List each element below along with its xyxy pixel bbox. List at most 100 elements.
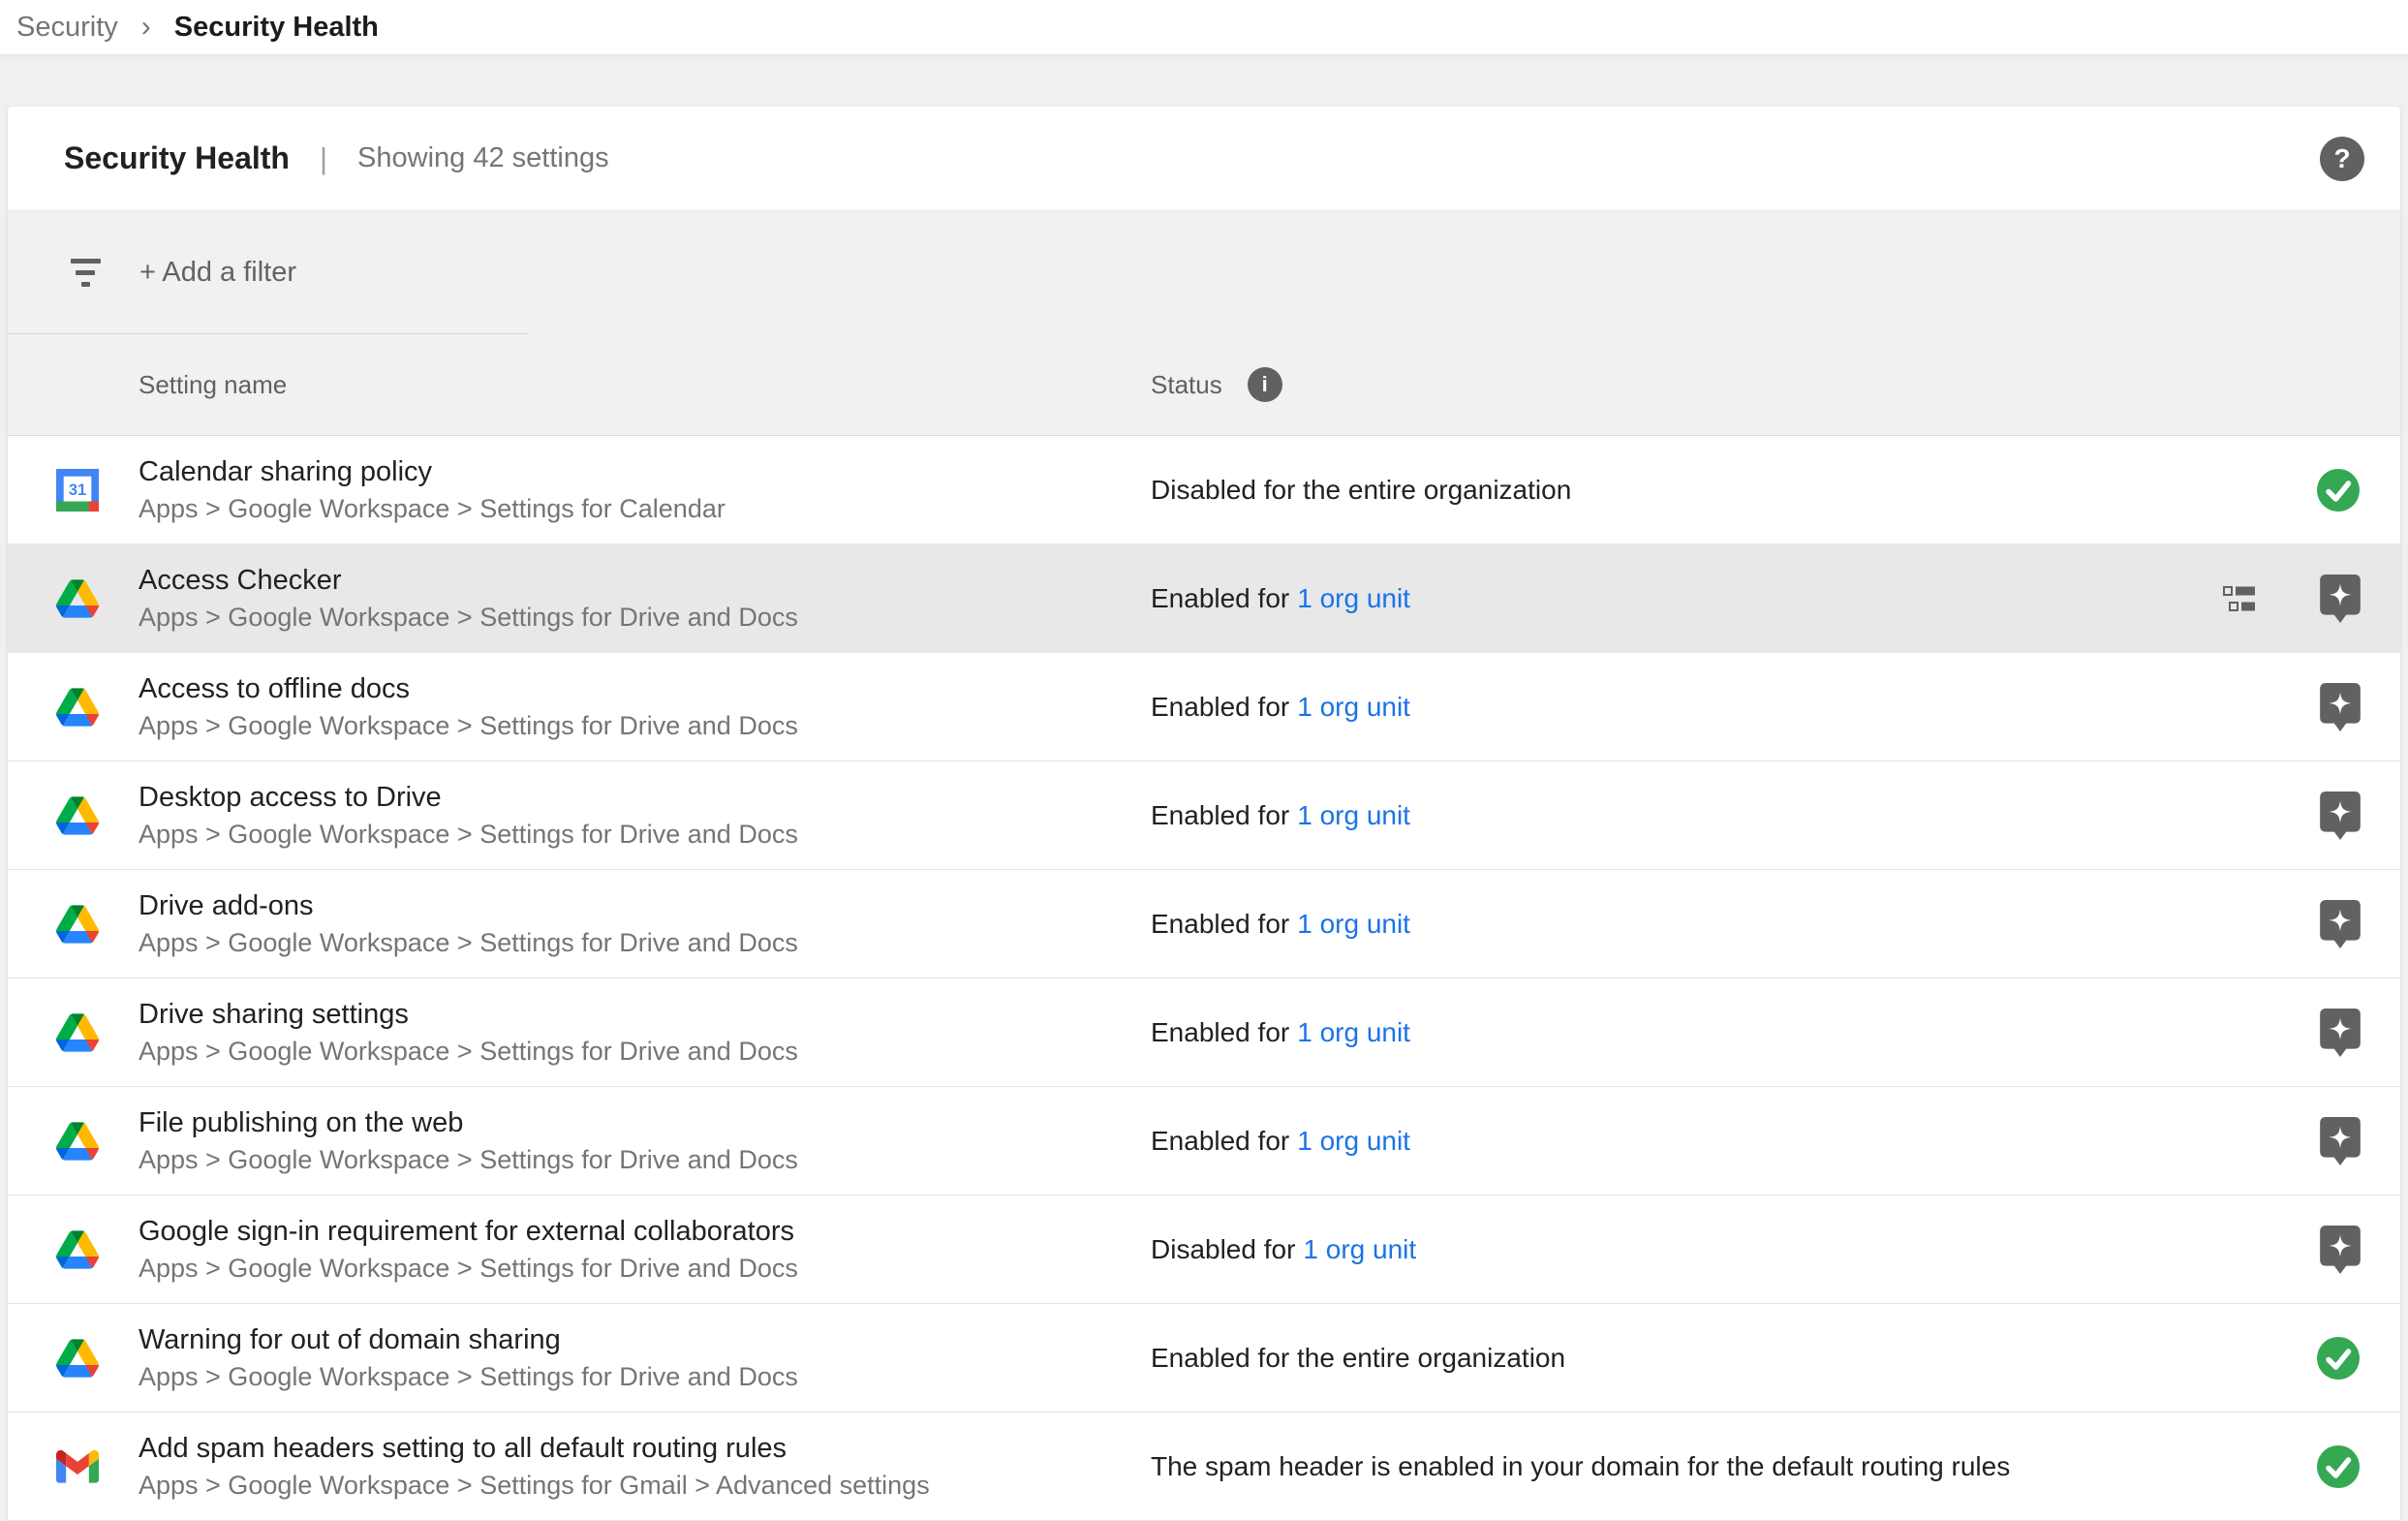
drive-icon <box>56 1228 99 1271</box>
drive-icon <box>56 1337 99 1380</box>
page-title: Security Health <box>64 140 290 176</box>
row-actions <box>2320 792 2400 840</box>
status-cell: Enabled for the entire organization <box>1151 1343 1565 1374</box>
recommendation-icon[interactable] <box>2320 1226 2361 1274</box>
org-scope-icon <box>2223 586 2256 611</box>
status-cell: Disabled for 1 org unit <box>1151 1234 1416 1265</box>
org-unit-link[interactable]: 1 org unit <box>1297 800 1410 830</box>
setting-path: Apps > Google Workspace > Settings for D… <box>139 708 798 743</box>
drive-icon <box>56 1120 99 1163</box>
setting-title: Google sign-in requirement for external … <box>139 1213 798 1251</box>
settings-list: Calendar sharing policy Apps > Google Wo… <box>8 436 2400 1521</box>
status-text: Enabled for <box>1151 1017 1289 1047</box>
setting-row[interactable]: Calendar sharing policy Apps > Google Wo… <box>8 436 2400 544</box>
row-actions <box>2320 900 2400 948</box>
add-filter-button[interactable]: + Add a filter <box>139 257 296 289</box>
breadcrumb-current: Security Health <box>174 12 379 44</box>
row-actions <box>2320 1009 2400 1057</box>
status-text: Enabled for <box>1151 909 1289 939</box>
drive-icon <box>56 1011 99 1054</box>
recommendation-icon[interactable] <box>2320 1009 2361 1057</box>
filter-bar: + Add a filter <box>8 211 2400 334</box>
org-unit-link[interactable]: 1 org unit <box>1297 692 1410 722</box>
setting-cell: Drive add-ons Apps > Google Workspace > … <box>56 887 1151 960</box>
filter-divider <box>8 333 528 334</box>
setting-title: Desktop access to Drive <box>139 779 798 817</box>
setting-row[interactable]: Access to offline docs Apps > Google Wor… <box>8 653 2400 761</box>
row-actions <box>2316 468 2400 512</box>
setting-path: Apps > Google Workspace > Settings for D… <box>139 1142 798 1177</box>
recommendation-icon[interactable] <box>2320 792 2361 840</box>
status-text: Enabled for the entire organization <box>1151 1343 1565 1373</box>
setting-path: Apps > Google Workspace > Settings for D… <box>139 1251 798 1286</box>
status-cell: Enabled for 1 org unit <box>1151 909 1410 940</box>
status-text: Disabled for <box>1151 1234 1295 1264</box>
row-actions <box>2320 1117 2400 1165</box>
setting-path: Apps > Google Workspace > Settings for D… <box>139 925 798 960</box>
filter-icon[interactable] <box>70 259 101 287</box>
setting-cell: Calendar sharing policy Apps > Google Wo… <box>56 453 1151 526</box>
info-icon[interactable]: i <box>1248 367 1282 402</box>
row-actions <box>2316 1444 2400 1489</box>
org-unit-link[interactable]: 1 org unit <box>1297 1126 1410 1156</box>
setting-title: Drive sharing settings <box>139 996 798 1034</box>
gmail-icon <box>56 1445 99 1488</box>
status-text: Disabled for the entire organization <box>1151 475 1571 505</box>
help-button[interactable]: ? <box>2320 137 2364 181</box>
setting-row[interactable]: Drive sharing settings Apps > Google Wor… <box>8 978 2400 1087</box>
table-toolbar: + Add a filter Setting name Status i <box>8 211 2400 436</box>
status-cell: Enabled for 1 org unit <box>1151 800 1410 831</box>
column-status: Status i <box>1151 367 1282 402</box>
table-header: Setting name Status i <box>8 334 2400 435</box>
breadcrumb-parent-link[interactable]: Security <box>16 12 118 44</box>
status-text: The spam header is enabled in your domai… <box>1151 1451 2010 1481</box>
drive-icon <box>56 794 99 837</box>
chevron-right-icon: › <box>141 11 151 44</box>
setting-path: Apps > Google Workspace > Settings for D… <box>139 817 798 852</box>
setting-cell: File publishing on the web Apps > Google… <box>56 1104 1151 1177</box>
status-text: Enabled for <box>1151 1126 1289 1156</box>
recommendation-icon[interactable] <box>2320 683 2361 731</box>
row-actions <box>2316 1336 2400 1381</box>
status-text: Enabled for <box>1151 800 1289 830</box>
setting-row[interactable]: Desktop access to Drive Apps > Google Wo… <box>8 761 2400 870</box>
calendar-icon <box>56 469 99 512</box>
setting-title: Drive add-ons <box>139 887 798 925</box>
status-ok-icon <box>2316 1444 2361 1489</box>
setting-path: Apps > Google Workspace > Settings for D… <box>139 600 798 635</box>
row-actions <box>2320 683 2400 731</box>
status-ok-icon <box>2316 468 2361 512</box>
setting-row[interactable]: File publishing on the web Apps > Google… <box>8 1087 2400 1195</box>
breadcrumb: Security › Security Health <box>0 0 2408 54</box>
setting-cell: Warning for out of domain sharing Apps >… <box>56 1321 1151 1394</box>
row-actions <box>2223 574 2400 623</box>
drive-icon <box>56 903 99 946</box>
setting-cell: Drive sharing settings Apps > Google Wor… <box>56 996 1151 1069</box>
setting-title: Add spam headers setting to all default … <box>139 1430 930 1468</box>
recommendation-icon[interactable] <box>2320 1117 2361 1165</box>
org-unit-link[interactable]: 1 org unit <box>1303 1234 1416 1264</box>
status-cell: The spam header is enabled in your domai… <box>1151 1451 2010 1482</box>
setting-title: Access to offline docs <box>139 670 798 708</box>
setting-row[interactable]: Access Checker Apps > Google Workspace >… <box>8 544 2400 653</box>
setting-path: Apps > Google Workspace > Settings for G… <box>139 1468 930 1503</box>
setting-cell: Add spam headers setting to all default … <box>56 1430 1151 1503</box>
setting-row[interactable]: Drive add-ons Apps > Google Workspace > … <box>8 870 2400 978</box>
setting-path: Apps > Google Workspace > Settings for C… <box>139 491 725 526</box>
drive-icon <box>56 577 99 620</box>
panel-header: Security Health | Showing 42 settings ? <box>8 107 2400 211</box>
setting-row[interactable]: Add spam headers setting to all default … <box>8 1412 2400 1521</box>
org-unit-link[interactable]: 1 org unit <box>1297 583 1410 613</box>
setting-row[interactable]: Google sign-in requirement for external … <box>8 1195 2400 1304</box>
org-unit-link[interactable]: 1 org unit <box>1297 909 1410 939</box>
drive-icon <box>56 686 99 729</box>
recommendation-icon[interactable] <box>2320 574 2361 623</box>
setting-row[interactable]: Warning for out of domain sharing Apps >… <box>8 1304 2400 1412</box>
setting-path: Apps > Google Workspace > Settings for D… <box>139 1034 798 1069</box>
setting-title: Access Checker <box>139 562 798 600</box>
info-glyph: i <box>1262 372 1268 397</box>
recommendation-icon[interactable] <box>2320 900 2361 948</box>
settings-count: Showing 42 settings <box>357 142 609 174</box>
org-unit-link[interactable]: 1 org unit <box>1297 1017 1410 1047</box>
status-ok-icon <box>2316 1336 2361 1381</box>
